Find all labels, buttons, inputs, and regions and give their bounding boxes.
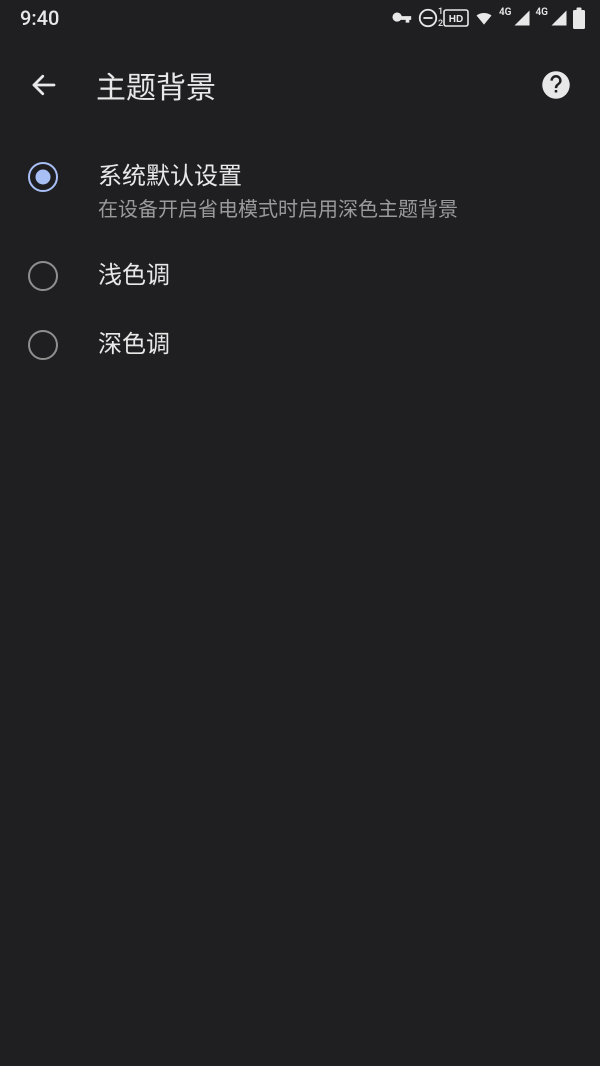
help-button[interactable] xyxy=(532,61,580,109)
option-label: 深色调 xyxy=(98,328,170,360)
option-label: 系统默认设置 xyxy=(98,160,458,192)
battery-icon xyxy=(572,7,586,29)
signal-4g-label-1: 4G xyxy=(499,7,512,18)
signal-4g-label-2: 4G xyxy=(535,7,548,18)
hd-icon: 1 2 HD xyxy=(443,9,469,27)
option-text: 浅色调 xyxy=(98,259,170,291)
app-bar: 主题背景 xyxy=(0,44,600,126)
option-label: 浅色调 xyxy=(98,259,170,291)
no-disturb-icon xyxy=(417,7,439,29)
status-time: 9:40 xyxy=(20,6,59,30)
page-title: 主题背景 xyxy=(96,63,532,107)
option-text: 深色调 xyxy=(98,328,170,360)
status-bar: 9:40 1 2 HD 4G 4G xyxy=(0,0,600,36)
option-sublabel: 在设备开启省电模式时启用深色主题背景 xyxy=(98,196,458,223)
key-icon xyxy=(391,7,413,29)
option-text: 系统默认设置 在设备开启省电模式时启用深色主题背景 xyxy=(98,160,458,223)
option-dark[interactable]: 深色调 xyxy=(0,310,600,378)
arrow-left-icon xyxy=(29,70,59,100)
radio-light[interactable] xyxy=(28,261,58,291)
radio-dark[interactable] xyxy=(28,330,58,360)
back-button[interactable] xyxy=(20,61,68,109)
option-light[interactable]: 浅色调 xyxy=(0,241,600,309)
signal-icon-2 xyxy=(550,9,568,27)
theme-options-list: 系统默认设置 在设备开启省电模式时启用深色主题背景 浅色调 深色调 xyxy=(0,126,600,378)
help-icon xyxy=(541,70,571,100)
radio-system-default[interactable] xyxy=(28,162,58,192)
svg-text:HD: HD xyxy=(449,14,463,25)
signal-icon-1 xyxy=(513,9,531,27)
wifi-icon xyxy=(473,8,495,28)
option-system-default[interactable]: 系统默认设置 在设备开启省电模式时启用深色主题背景 xyxy=(0,142,600,241)
status-icons: 1 2 HD 4G 4G xyxy=(391,7,586,29)
